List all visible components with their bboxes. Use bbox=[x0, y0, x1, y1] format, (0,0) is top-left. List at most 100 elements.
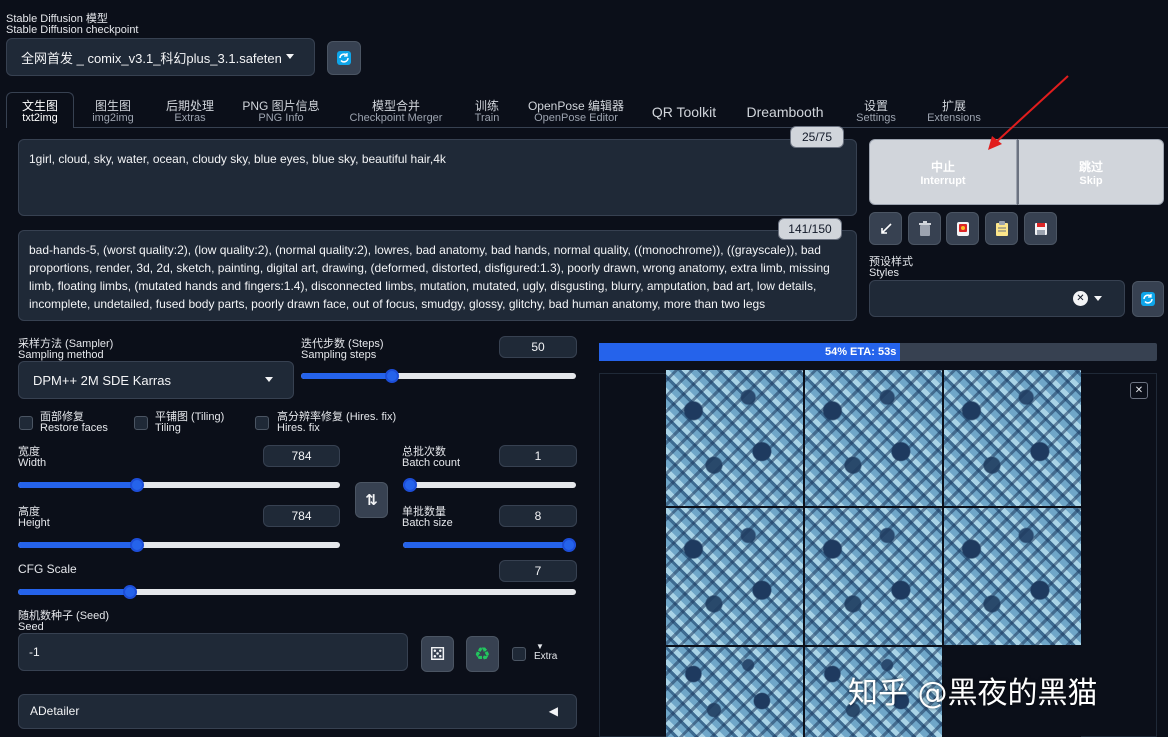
interrupt-label-en: Interrupt bbox=[920, 174, 966, 187]
save-icon bbox=[1034, 222, 1047, 235]
swap-dimensions-button[interactable]: ⇅ bbox=[355, 482, 388, 518]
collapse-arrow-icon: ◀ bbox=[548, 704, 558, 718]
prompt-text: 1girl, cloud, sky, water, ocean, cloudy … bbox=[29, 152, 446, 166]
height-input[interactable]: 784 bbox=[263, 505, 340, 527]
show-extra-networks-button[interactable] bbox=[946, 212, 979, 245]
refresh-icon bbox=[1141, 292, 1155, 306]
tab-txt2img[interactable]: 文生图 txt2img bbox=[12, 100, 68, 124]
height-slider[interactable] bbox=[18, 538, 340, 552]
tab-label-en: Extensions bbox=[927, 112, 981, 124]
tab-label-en: OpenPose Editor bbox=[534, 112, 618, 124]
batch-size-slider-fill bbox=[403, 542, 576, 548]
random-seed-button[interactable]: ⚄ bbox=[421, 636, 454, 672]
cfg-scale-input[interactable]: 7 bbox=[499, 560, 577, 582]
preview-tile bbox=[805, 508, 942, 645]
tab-extras[interactable]: 后期处理 Extras bbox=[158, 100, 222, 124]
steps-slider-handle[interactable] bbox=[384, 369, 399, 383]
restore-faces-label-en: Restore faces bbox=[40, 422, 108, 434]
seed-label: 随机数种子 (Seed) Seed bbox=[18, 611, 109, 633]
tiling-label-en: Tiling bbox=[155, 422, 181, 434]
refresh-icon bbox=[337, 51, 351, 65]
annotation-arrow-icon bbox=[988, 75, 1069, 150]
refresh-checkpoint-button[interactable] bbox=[327, 41, 361, 75]
seed-input[interactable]: -1 bbox=[18, 633, 408, 671]
chevron-down-icon bbox=[1094, 295, 1102, 301]
tab-train[interactable]: 训练 Train bbox=[466, 100, 508, 124]
clear-styles-icon[interactable]: ✕ bbox=[1073, 291, 1088, 306]
checkpoint-dropdown[interactable]: 全网首发 _ comix_v3.1_科幻plus_3.1.safetensc bbox=[6, 38, 315, 76]
seed-label-en: Seed bbox=[18, 621, 44, 633]
restore-faces-checkbox[interactable] bbox=[19, 416, 33, 430]
negative-prompt-text: bad-hands-5, (worst quality:2), (low qua… bbox=[29, 243, 830, 311]
width-slider[interactable] bbox=[18, 478, 340, 492]
batch-size-input[interactable]: 8 bbox=[499, 505, 577, 527]
restore-faces-label: 面部修复 Restore faces bbox=[40, 412, 108, 434]
negative-prompt-textarea[interactable]: bad-hands-5, (worst quality:2), (low qua… bbox=[18, 230, 857, 321]
height-slider-handle[interactable] bbox=[130, 538, 145, 552]
height-slider-fill bbox=[18, 542, 138, 548]
cfg-scale-slider-handle[interactable] bbox=[122, 585, 137, 599]
width-label-en: Width bbox=[18, 457, 47, 469]
tab-openpose-editor[interactable]: OpenPose 编辑器 OpenPose Editor bbox=[524, 100, 628, 124]
steps-slider[interactable] bbox=[301, 369, 576, 383]
tab-checkpoint-merger[interactable]: 模型合并 Checkpoint Merger bbox=[342, 100, 450, 124]
red-card-icon bbox=[956, 221, 969, 236]
batch-count-slider-handle[interactable] bbox=[403, 478, 417, 492]
width-slider-handle[interactable] bbox=[130, 478, 145, 492]
checkpoint-label-en: Stable Diffusion checkpoint bbox=[6, 24, 139, 36]
batch-count-label: 总批次数 Batch count bbox=[402, 447, 460, 469]
batch-size-slider[interactable] bbox=[403, 538, 576, 552]
progress-text: 54% ETA: 53s bbox=[824, 346, 897, 358]
skip-label-cn: 跳过 bbox=[1078, 159, 1103, 174]
batch-size-label: 单批数量 Batch size bbox=[402, 507, 453, 529]
tab-img2img[interactable]: 图生图 img2img bbox=[84, 100, 142, 124]
trash-icon bbox=[918, 220, 931, 236]
prompt-textarea[interactable]: 1girl, cloud, sky, water, ocean, cloudy … bbox=[18, 139, 857, 216]
cfg-scale-slider-fill bbox=[18, 589, 130, 595]
extra-seed-label: ▼ Extra bbox=[534, 642, 557, 662]
recycle-icon: ♻ bbox=[474, 643, 491, 664]
steps-input[interactable]: 50 bbox=[499, 336, 577, 358]
preview-tile bbox=[666, 647, 803, 737]
styles-label: 预设样式 Styles bbox=[869, 257, 913, 279]
batch-count-slider[interactable] bbox=[403, 478, 576, 492]
tab-label-en: txt2img bbox=[22, 112, 58, 124]
send-arrow-button[interactable] bbox=[869, 212, 902, 245]
batch-count-input[interactable]: 1 bbox=[499, 445, 577, 467]
cfg-scale-slider[interactable] bbox=[18, 585, 576, 599]
chevron-down-icon bbox=[265, 377, 273, 382]
extra-label-text: Extra bbox=[534, 651, 558, 662]
interrupt-label-cn: 中止 bbox=[930, 159, 955, 174]
reuse-seed-button[interactable]: ♻ bbox=[466, 636, 499, 672]
batch-size-slider-handle[interactable] bbox=[562, 538, 576, 552]
close-gallery-button[interactable]: ✕ bbox=[1130, 382, 1148, 399]
tab-dreambooth[interactable]: Dreambooth bbox=[740, 104, 830, 120]
hires-fix-label: 高分辨率修复 (Hires. fix) Hires. fix bbox=[277, 412, 396, 434]
clear-prompt-button[interactable] bbox=[908, 212, 941, 245]
styles-dropdown[interactable]: ✕ bbox=[869, 280, 1125, 317]
tab-extensions[interactable]: 扩展 Extensions bbox=[920, 100, 988, 124]
preview-tile bbox=[666, 508, 803, 645]
sampler-dropdown[interactable]: DPM++ 2M SDE Karras bbox=[18, 361, 294, 399]
hires-fix-checkbox[interactable] bbox=[255, 416, 269, 430]
arrow-icon bbox=[880, 222, 892, 234]
save-style-button[interactable] bbox=[1024, 212, 1057, 245]
extra-seed-checkbox[interactable] bbox=[512, 647, 526, 661]
tab-settings[interactable]: 设置 Settings bbox=[848, 100, 904, 124]
preview-tile bbox=[805, 370, 942, 506]
chevron-down-icon bbox=[286, 54, 294, 59]
adetailer-label: ADetailer bbox=[30, 704, 80, 718]
width-slider-fill bbox=[18, 482, 138, 488]
tab-png-info[interactable]: PNG 图片信息 PNG Info bbox=[238, 100, 324, 124]
tab-qr-toolkit[interactable]: QR Toolkit bbox=[644, 104, 724, 120]
negative-token-counter: 141/150 bbox=[778, 218, 842, 240]
adetailer-accordion[interactable]: ADetailer ◀ bbox=[18, 694, 577, 729]
sampler-label: 采样方法 (Sampler) Sampling method bbox=[18, 339, 113, 361]
width-input[interactable]: 784 bbox=[263, 445, 340, 467]
tiling-label: 平铺图 (Tiling) Tiling bbox=[155, 412, 224, 434]
tiling-checkbox[interactable] bbox=[134, 416, 148, 430]
refresh-styles-button[interactable] bbox=[1132, 281, 1164, 317]
batch-size-label-en: Batch size bbox=[402, 517, 453, 529]
preview-tile bbox=[944, 508, 1081, 645]
apply-style-button[interactable] bbox=[985, 212, 1018, 245]
